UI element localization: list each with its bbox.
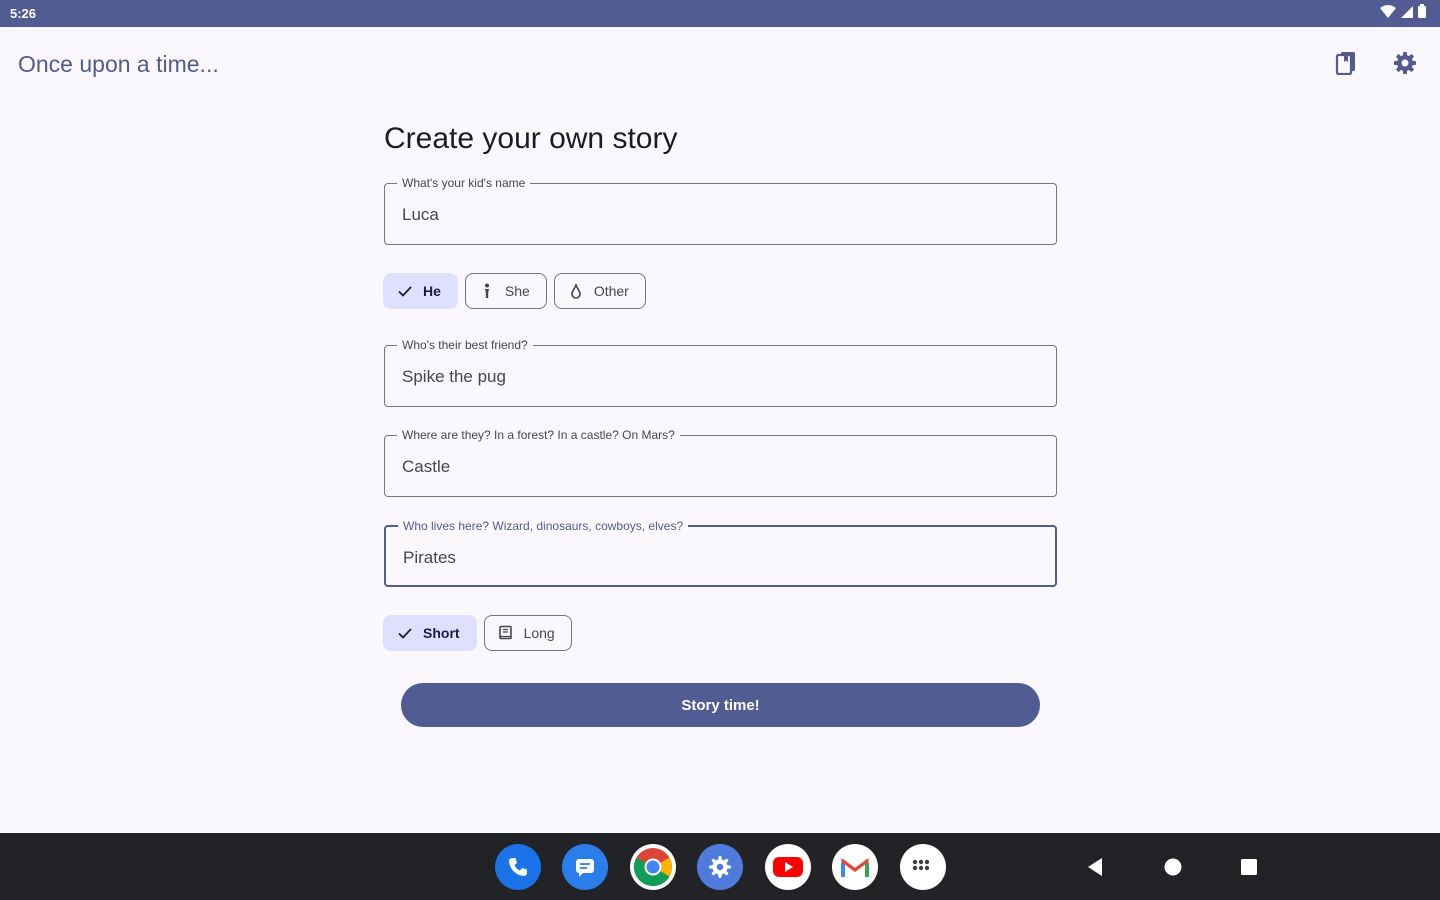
inhabitants-value[interactable]: Pirates: [403, 548, 456, 568]
gmail-app-icon[interactable]: [832, 844, 878, 890]
chip-he-label: He: [423, 283, 441, 299]
taskbar: [0, 833, 1440, 900]
kid-name-label: What's your kid's name: [397, 175, 531, 191]
chip-other-label: Other: [593, 283, 629, 299]
saved-stories-icon[interactable]: [1331, 48, 1361, 78]
chrome-app-icon[interactable]: [630, 844, 676, 890]
chip-short[interactable]: Short: [383, 615, 477, 651]
phone-app-icon[interactable]: [495, 844, 541, 890]
inhabitants-field[interactable]: Who lives here? Wizard, dinosaurs, cowbo…: [384, 518, 1057, 587]
chip-he[interactable]: He: [383, 273, 458, 309]
drop-icon: [567, 282, 585, 300]
best-friend-field[interactable]: Who's their best friend? Spike the pug: [384, 337, 1057, 407]
youtube-app-icon[interactable]: [765, 844, 811, 890]
status-time: 5:26: [10, 6, 37, 21]
app-drawer-icon[interactable]: [900, 844, 946, 890]
place-field[interactable]: Where are they? In a forest? In a castle…: [384, 427, 1057, 497]
kid-name-value[interactable]: Luca: [402, 205, 439, 225]
messages-app-icon[interactable]: [562, 844, 608, 890]
check-icon: [396, 282, 414, 300]
status-bar: 5:26: [0, 0, 1440, 27]
chip-short-label: Short: [423, 625, 460, 641]
book-icon: [497, 624, 515, 642]
settings-gear-icon[interactable]: [1390, 48, 1420, 78]
status-icons: [1380, 4, 1426, 23]
chip-other[interactable]: Other: [553, 273, 646, 309]
top-app-bar: Once upon a time...: [0, 27, 1440, 103]
app-title: Once upon a time...: [18, 51, 219, 77]
page-title: Create your own story: [384, 122, 678, 155]
settings-app-icon[interactable]: [697, 844, 743, 890]
back-icon[interactable]: [1080, 853, 1110, 881]
wifi-icon: [1380, 4, 1396, 23]
inhabitants-label: Who lives here? Wizard, dinosaurs, cowbo…: [398, 518, 689, 534]
check-icon: [396, 624, 414, 642]
kid-name-field[interactable]: What's your kid's name Luca: [384, 175, 1057, 245]
battery-icon: [1418, 4, 1426, 23]
chip-long[interactable]: Long: [483, 615, 572, 651]
home-icon[interactable]: [1158, 853, 1188, 881]
recents-icon[interactable]: [1234, 853, 1264, 881]
story-time-button[interactable]: Story time!: [401, 683, 1040, 727]
chip-she[interactable]: She: [464, 273, 547, 309]
place-value[interactable]: Castle: [402, 457, 450, 477]
place-label: Where are they? In a forest? In a castle…: [397, 427, 680, 443]
chip-long-label: Long: [523, 625, 555, 641]
female-icon: [478, 282, 496, 300]
chip-she-label: She: [504, 283, 530, 299]
length-chip-group: Short Long: [383, 615, 572, 651]
best-friend-value[interactable]: Spike the pug: [402, 367, 506, 387]
signal-icon: [1401, 5, 1413, 23]
best-friend-label: Who's their best friend?: [397, 337, 533, 353]
pronoun-chip-group: He She Other: [383, 273, 646, 309]
